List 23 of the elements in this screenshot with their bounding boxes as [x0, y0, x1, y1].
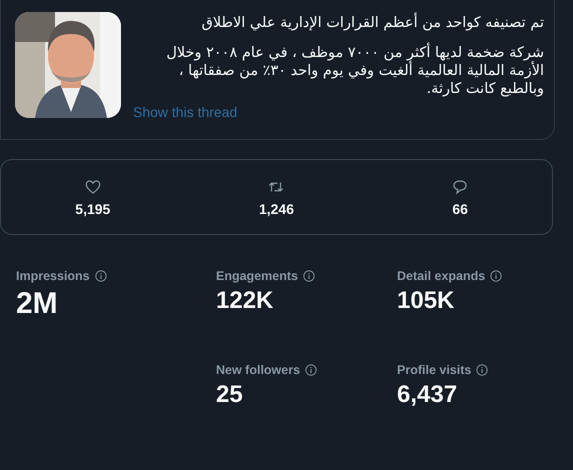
metric-label: Engagements — [216, 269, 298, 283]
tweet-text: شركة ضخمة لديها أكثر من ٧٠٠٠ موظف ، في عام ٢٠٠٨ وخلال الأزمة المالية العالمية ألغيت وفي يوم واحد ٣٠٪ من صفقاتها ، وبالطبع كانت كارثة. — [133, 44, 544, 98]
engagement-count: 66 — [452, 200, 468, 216]
engagement-count: 5,195 — [75, 200, 110, 216]
metric-value: 25 — [216, 381, 244, 409]
metric-value: 105K — [397, 287, 456, 315]
metric-label: Impressions — [16, 269, 90, 283]
tweet-text: تم تصنيفه كواحد من أعظم القرارات الإدارية علي الاطلاق — [133, 14, 544, 32]
show-thread-link[interactable]: Show this thread — [133, 104, 238, 120]
info-icon[interactable] — [476, 364, 488, 376]
metric-label: Detail expands — [397, 269, 486, 283]
info-icon[interactable] — [302, 270, 315, 282]
reply-icon[interactable] — [451, 178, 470, 196]
metric-label: New followers — [216, 363, 300, 377]
engagement-count: 1,246 — [258, 200, 294, 216]
metric-value: 122K — [216, 287, 274, 315]
info-icon[interactable] — [94, 270, 107, 282]
metric-value: 2M — [16, 287, 59, 321]
metric-value: 6,437 — [397, 381, 458, 409]
heart-icon[interactable] — [84, 178, 102, 196]
info-icon[interactable] — [305, 364, 318, 376]
metric-label: Profile visits — [397, 363, 472, 377]
info-icon[interactable] — [490, 270, 502, 282]
